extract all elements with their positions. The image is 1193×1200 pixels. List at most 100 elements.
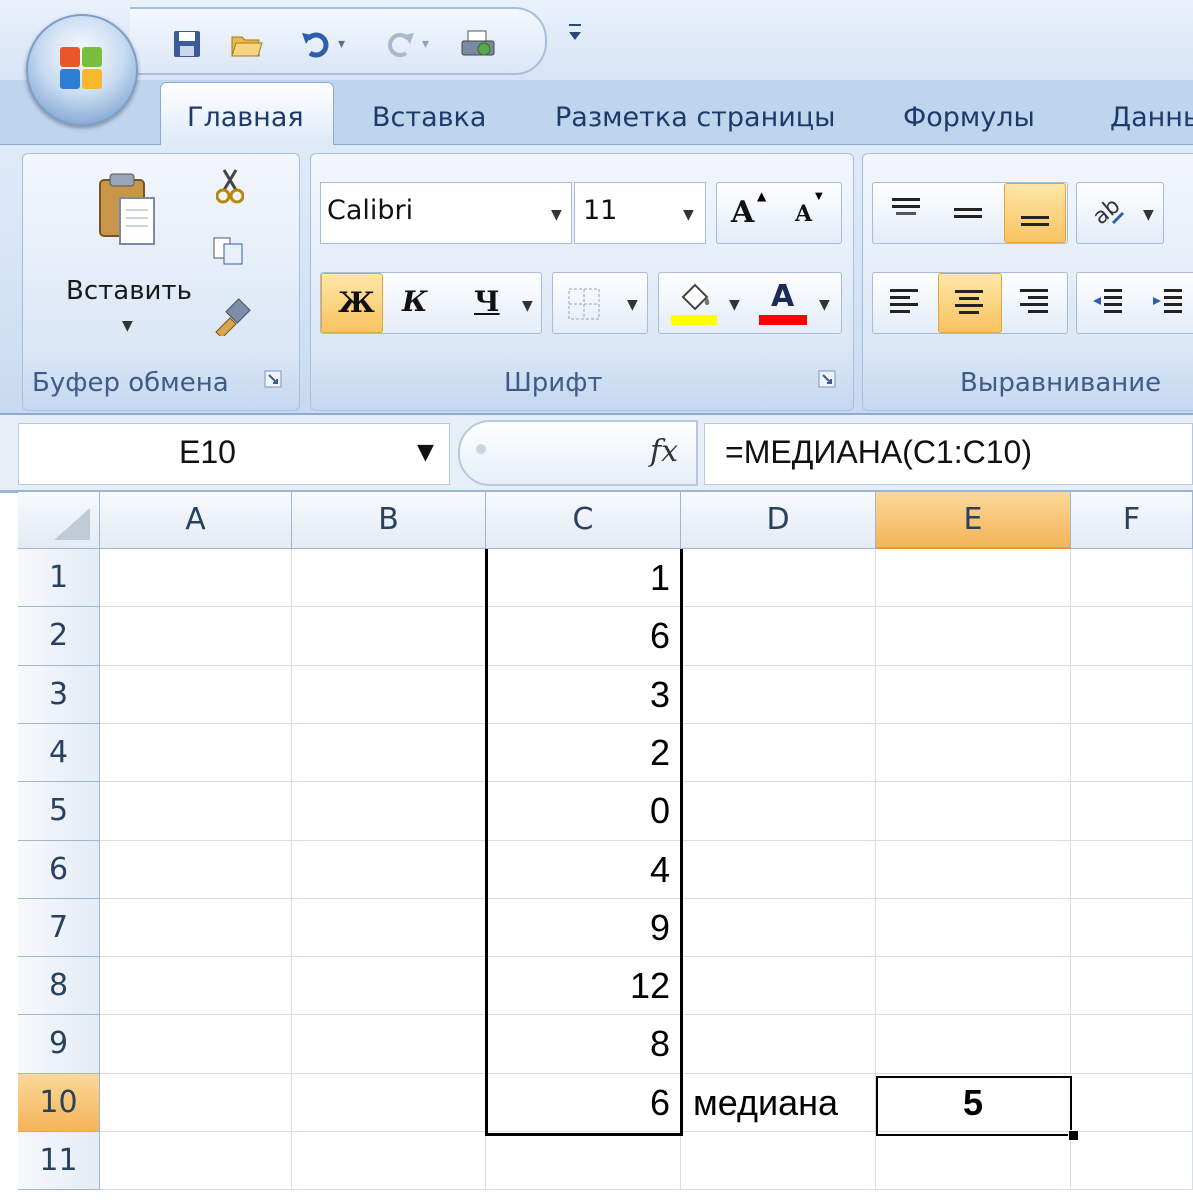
fill-color-icon[interactable]	[675, 279, 715, 311]
cell-a5[interactable]	[100, 782, 292, 841]
cell-b5[interactable]	[292, 782, 486, 841]
formula-input[interactable]: =МЕДИАНА(C1:C10)	[704, 423, 1193, 485]
align-center-button[interactable]	[938, 273, 1002, 333]
tab-page-layout[interactable]: Разметка страницы	[555, 102, 835, 133]
tab-home-label[interactable]: Главная	[187, 102, 304, 133]
underline-dropdown-icon[interactable]: ▼	[522, 298, 533, 314]
cell-b9[interactable]	[292, 1015, 486, 1074]
cell-f5[interactable]	[1071, 782, 1193, 841]
cell-c10[interactable]: 6	[486, 1074, 681, 1132]
tab-insert[interactable]: Вставка	[372, 102, 486, 133]
cell-a3[interactable]	[100, 666, 292, 724]
cell-a6[interactable]	[100, 841, 292, 899]
row-header-3[interactable]: 3	[18, 666, 100, 724]
cell-a8[interactable]	[100, 957, 292, 1015]
row-header-7[interactable]: 7	[18, 899, 100, 957]
undo-dropdown-icon[interactable]: ▾	[338, 29, 345, 59]
name-box-dropdown-icon[interactable]: ▼	[417, 440, 434, 465]
cell-f1[interactable]	[1071, 549, 1193, 607]
font-name-box[interactable]: Calibri ▼	[320, 182, 572, 244]
customize-qat-icon[interactable]	[566, 22, 584, 49]
cell-e11[interactable]	[876, 1132, 1071, 1190]
fill-color-dropdown-icon[interactable]: ▼	[729, 297, 740, 313]
row-header-10[interactable]: 10	[18, 1074, 100, 1132]
bold-button[interactable]: Ж	[321, 273, 383, 333]
column-header-d[interactable]: D	[681, 492, 876, 549]
column-header-c[interactable]: C	[486, 492, 681, 549]
cell-e5[interactable]	[876, 782, 1071, 841]
column-header-e[interactable]: E	[876, 492, 1071, 549]
cell-c5[interactable]: 0	[486, 782, 681, 841]
cell-f11[interactable]	[1071, 1132, 1193, 1190]
cell-b3[interactable]	[292, 666, 486, 724]
cell-a9[interactable]	[100, 1015, 292, 1074]
cell-f4[interactable]	[1071, 724, 1193, 782]
insert-function-icon[interactable]: fx	[650, 434, 678, 469]
cell-e10[interactable]: 5	[876, 1074, 1071, 1132]
cell-e2[interactable]	[876, 607, 1071, 666]
font-color-button[interactable]: A	[771, 279, 794, 314]
font-name-dropdown-icon[interactable]: ▼	[551, 207, 562, 223]
cell-b7[interactable]	[292, 899, 486, 957]
font-size-dropdown-icon[interactable]: ▼	[683, 207, 694, 223]
redo-dropdown-icon[interactable]: ▾	[422, 29, 429, 59]
cell-a10[interactable]	[100, 1074, 292, 1132]
cell-a2[interactable]	[100, 607, 292, 666]
cell-e3[interactable]	[876, 666, 1071, 724]
paste-label[interactable]: Вставить	[66, 276, 192, 306]
row-header-1[interactable]: 1	[18, 549, 100, 607]
cell-c1[interactable]: 1	[486, 549, 681, 607]
cell-f7[interactable]	[1071, 899, 1193, 957]
cell-b6[interactable]	[292, 841, 486, 899]
select-all-corner[interactable]	[18, 492, 100, 549]
increase-indent-icon[interactable]	[1150, 285, 1186, 325]
paste-icon[interactable]	[96, 172, 158, 252]
font-launcher-icon[interactable]	[818, 370, 836, 392]
cell-d2[interactable]	[681, 607, 876, 666]
row-header-5[interactable]: 5	[18, 782, 100, 841]
cell-d9[interactable]	[681, 1015, 876, 1074]
tab-formulas[interactable]: Формулы	[903, 102, 1035, 133]
cell-f9[interactable]	[1071, 1015, 1193, 1074]
cell-f10[interactable]	[1071, 1074, 1193, 1132]
row-header-2[interactable]: 2	[18, 607, 100, 666]
cell-f8[interactable]	[1071, 957, 1193, 1015]
font-color-dropdown-icon[interactable]: ▼	[819, 297, 830, 313]
cell-e1[interactable]	[876, 549, 1071, 607]
cell-d1[interactable]	[681, 549, 876, 607]
row-header-11[interactable]: 11	[18, 1132, 100, 1190]
cell-b4[interactable]	[292, 724, 486, 782]
worksheet-grid[interactable]: ABCDEF 1 1 2 6 3 3 4 2 5 0 6 4 7 9 8 12 9 8 10 6 медиана 5 11	[18, 492, 1193, 1200]
resize-handle-icon[interactable]	[476, 444, 486, 454]
cell-d3[interactable]	[681, 666, 876, 724]
shrink-font-button[interactable]: A	[795, 201, 812, 227]
cell-a7[interactable]	[100, 899, 292, 957]
cell-d11[interactable]	[681, 1132, 876, 1190]
office-button[interactable]	[26, 14, 138, 126]
fill-handle[interactable]	[1068, 1130, 1079, 1141]
align-bottom-button[interactable]	[1004, 183, 1066, 243]
cell-f3[interactable]	[1071, 666, 1193, 724]
column-header-a[interactable]: A	[100, 492, 292, 549]
font-size-box[interactable]: 11 ▼	[574, 182, 706, 244]
cell-a1[interactable]	[100, 549, 292, 607]
cell-b2[interactable]	[292, 607, 486, 666]
cell-d10[interactable]: медиана	[681, 1074, 876, 1132]
orientation-dropdown-icon[interactable]: ▼	[1143, 207, 1154, 223]
borders-button[interactable]: ▼	[552, 272, 648, 334]
save-icon[interactable]	[172, 29, 202, 66]
cell-e9[interactable]	[876, 1015, 1071, 1074]
cell-d5[interactable]	[681, 782, 876, 841]
format-painter-icon[interactable]	[212, 296, 252, 340]
clipboard-launcher-icon[interactable]	[264, 370, 282, 392]
align-top-icon[interactable]	[888, 194, 924, 234]
cell-c4[interactable]: 2	[486, 724, 681, 782]
cell-c11[interactable]	[486, 1132, 681, 1190]
row-header-6[interactable]: 6	[18, 841, 100, 899]
align-middle-icon[interactable]	[950, 194, 986, 234]
cell-b1[interactable]	[292, 549, 486, 607]
italic-button[interactable]: К	[402, 285, 427, 318]
cell-f6[interactable]	[1071, 841, 1193, 899]
cell-e6[interactable]	[876, 841, 1071, 899]
cell-d8[interactable]	[681, 957, 876, 1015]
